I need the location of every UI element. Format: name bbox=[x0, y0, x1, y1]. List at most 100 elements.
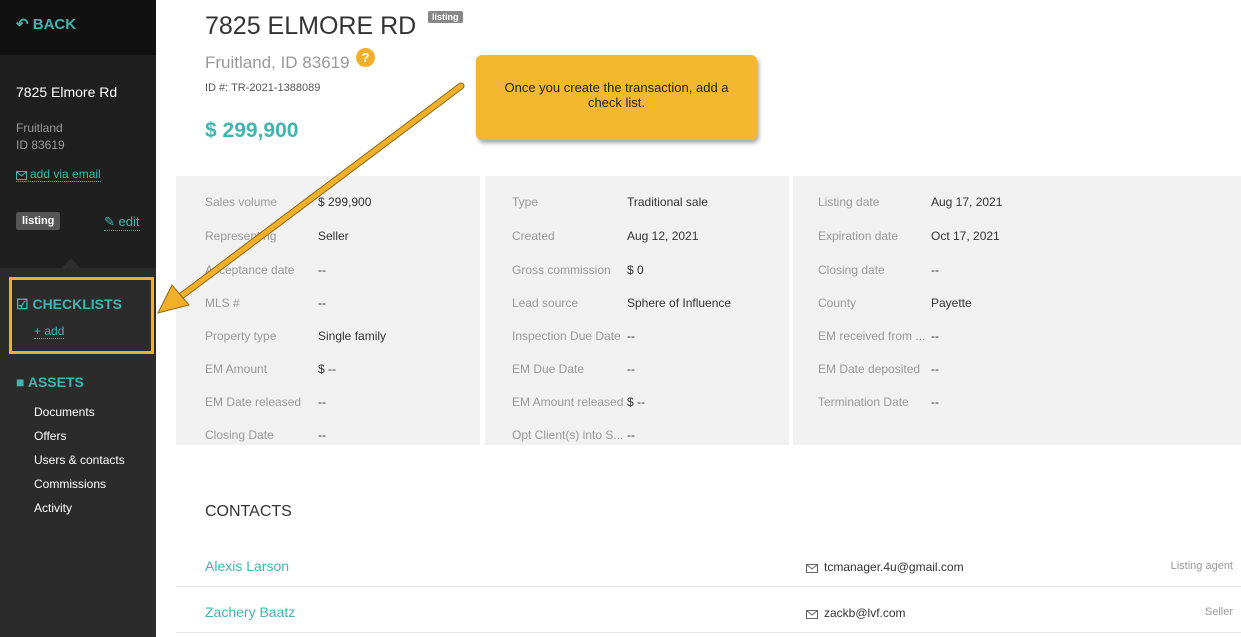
contact-email[interactable]: tcmanager.4u@gmail.com bbox=[806, 560, 964, 574]
contact-role: Seller bbox=[1204, 606, 1233, 618]
detail-value: -- bbox=[318, 395, 326, 409]
detail-label: EM Due Date bbox=[512, 362, 585, 376]
detail-value: -- bbox=[931, 263, 939, 277]
detail-value: $ 0 bbox=[627, 263, 644, 277]
add-via-email-link[interactable]: add via email bbox=[16, 167, 101, 182]
edit-button[interactable]: ✎ edit bbox=[104, 214, 140, 231]
detail-label: Inspection Due Date bbox=[512, 329, 621, 343]
detail-value: -- bbox=[931, 395, 939, 409]
sidebar-item-offers[interactable]: Offers bbox=[34, 428, 125, 452]
detail-value: -- bbox=[318, 296, 326, 310]
contacts-title: CONTACTS bbox=[205, 503, 292, 520]
detail-label: Listing date bbox=[818, 195, 880, 209]
detail-label: EM Date released bbox=[205, 395, 302, 409]
sidebar-item-users-contacts[interactable]: Users & contacts bbox=[34, 452, 125, 476]
contact-row: Alexis Larson tcmanager.4u@gmail.com Lis… bbox=[176, 545, 1241, 587]
detail-value: Traditional sale bbox=[627, 195, 708, 209]
tutorial-callout: Once you create the transaction, add a c… bbox=[476, 55, 757, 140]
transaction-id: ID #: TR-2021-1388089 bbox=[205, 82, 321, 94]
contact-email[interactable]: zackb@lvf.com bbox=[806, 606, 906, 620]
checkbox-icon: ☑ bbox=[16, 296, 29, 312]
assets-label: ASSETS bbox=[27, 374, 84, 390]
contact-name[interactable]: Alexis Larson bbox=[205, 558, 289, 574]
add-via-email-label: add via email bbox=[30, 167, 101, 181]
sidebar-address: 7825 Elmore Rd bbox=[16, 84, 117, 100]
callout-line-2: check list. bbox=[587, 95, 646, 110]
detail-value: -- bbox=[318, 263, 326, 277]
detail-label: Opt Client(s) into S... bbox=[512, 428, 624, 442]
detail-value: Single family bbox=[318, 329, 387, 343]
detail-label: Closing date bbox=[818, 263, 885, 277]
detail-label: MLS # bbox=[205, 296, 240, 310]
detail-label: Gross commission bbox=[512, 263, 611, 277]
checklists-label: CHECKLISTS bbox=[32, 296, 122, 312]
detail-value: -- bbox=[627, 329, 635, 343]
detail-label: Acceptance date bbox=[205, 263, 295, 277]
detail-value: Sphere of Influence bbox=[627, 296, 732, 310]
detail-label: EM Date deposited bbox=[818, 362, 921, 376]
detail-label: Lead source bbox=[512, 296, 579, 310]
app-root: ↶ BACK 7825 Elmore Rd Fruitland ID 83619… bbox=[0, 0, 1241, 637]
detail-value: -- bbox=[318, 428, 326, 442]
detail-label: EM Amount released bbox=[512, 395, 624, 409]
sidebar-item-documents[interactable]: Documents bbox=[34, 404, 125, 428]
back-button[interactable]: ↶ BACK bbox=[16, 15, 76, 33]
detail-value: $ -- bbox=[627, 395, 645, 409]
page-subtitle: Fruitland, ID 83619 bbox=[205, 53, 350, 72]
envelope-icon bbox=[806, 564, 818, 573]
detail-value: Payette bbox=[931, 296, 972, 310]
detail-value: -- bbox=[627, 428, 635, 442]
sidebar-city-block: Fruitland ID 83619 bbox=[16, 120, 65, 154]
callout-line-1: Once you create the transaction, add a bbox=[504, 80, 729, 95]
detail-label: Created bbox=[512, 229, 555, 243]
detail-label: Closing Date bbox=[205, 428, 274, 442]
sidebar-notch bbox=[62, 258, 80, 268]
detail-value: -- bbox=[931, 362, 939, 376]
pencil-icon: ✎ bbox=[104, 214, 115, 229]
folder-icon: ■ bbox=[16, 374, 25, 390]
sidebar-item-activity[interactable]: Activity bbox=[34, 500, 125, 524]
listing-price: $ 299,900 bbox=[205, 119, 299, 142]
edit-label: edit bbox=[118, 214, 140, 229]
detail-value: $ -- bbox=[318, 362, 336, 376]
reply-arrow-icon: ↶ bbox=[16, 16, 29, 33]
sidebar-item-commissions[interactable]: Commissions bbox=[34, 476, 125, 500]
sidebar: ↶ BACK 7825 Elmore Rd Fruitland ID 83619… bbox=[0, 0, 156, 637]
detail-label: EM received from ... bbox=[818, 329, 926, 343]
status-badge: listing bbox=[428, 11, 463, 23]
detail-value: Aug 17, 2021 bbox=[931, 195, 1003, 209]
checklists-section-title: ☑ CHECKLISTS bbox=[16, 296, 122, 313]
detail-label: Representing bbox=[205, 229, 277, 243]
detail-value: $ 299,900 bbox=[318, 195, 372, 209]
detail-label: Sales volume bbox=[205, 195, 278, 209]
detail-value: Oct 17, 2021 bbox=[931, 229, 1000, 243]
help-icon[interactable]: ? bbox=[356, 48, 375, 67]
contact-email-text: zackb@lvf.com bbox=[824, 606, 906, 620]
page-title: 7825 ELMORE RD bbox=[205, 12, 417, 40]
add-checklist-link[interactable]: + add bbox=[34, 324, 65, 339]
detail-label: County bbox=[818, 296, 857, 310]
assets-section-title: ■ ASSETS bbox=[16, 374, 84, 390]
sidebar-city: Fruitland bbox=[16, 121, 63, 135]
contact-email-text: tcmanager.4u@gmail.com bbox=[824, 560, 964, 574]
envelope-icon bbox=[16, 171, 27, 180]
detail-label: Property type bbox=[205, 329, 277, 343]
asset-links: Documents Offers Users & contacts Commis… bbox=[34, 404, 125, 524]
detail-label: Expiration date bbox=[818, 229, 899, 243]
sidebar-status-badge: listing bbox=[16, 212, 61, 230]
envelope-icon bbox=[806, 610, 818, 619]
detail-value: -- bbox=[627, 362, 635, 376]
contact-role: Listing agent bbox=[1170, 560, 1233, 572]
detail-label: Type bbox=[512, 195, 539, 209]
contact-name[interactable]: Zachery Baatz bbox=[205, 604, 295, 620]
detail-label: Termination Date bbox=[818, 395, 909, 409]
detail-label: EM Amount bbox=[205, 362, 268, 376]
details-panel-3: Listing date Aug 17, 2021 Expiration date… bbox=[793, 176, 1241, 445]
contact-row: Zachery Baatz zackb@lvf.com Seller bbox=[176, 591, 1241, 633]
detail-value: -- bbox=[931, 329, 939, 343]
details-panel-2: Type Traditional sale Created Aug 12, 2021… bbox=[485, 176, 789, 445]
back-label: BACK bbox=[32, 16, 77, 33]
detail-value: Seller bbox=[318, 229, 349, 243]
sidebar-state-zip: ID 83619 bbox=[16, 138, 65, 152]
sidebar-address-title: 7825 Elmore Rd bbox=[16, 84, 118, 100]
